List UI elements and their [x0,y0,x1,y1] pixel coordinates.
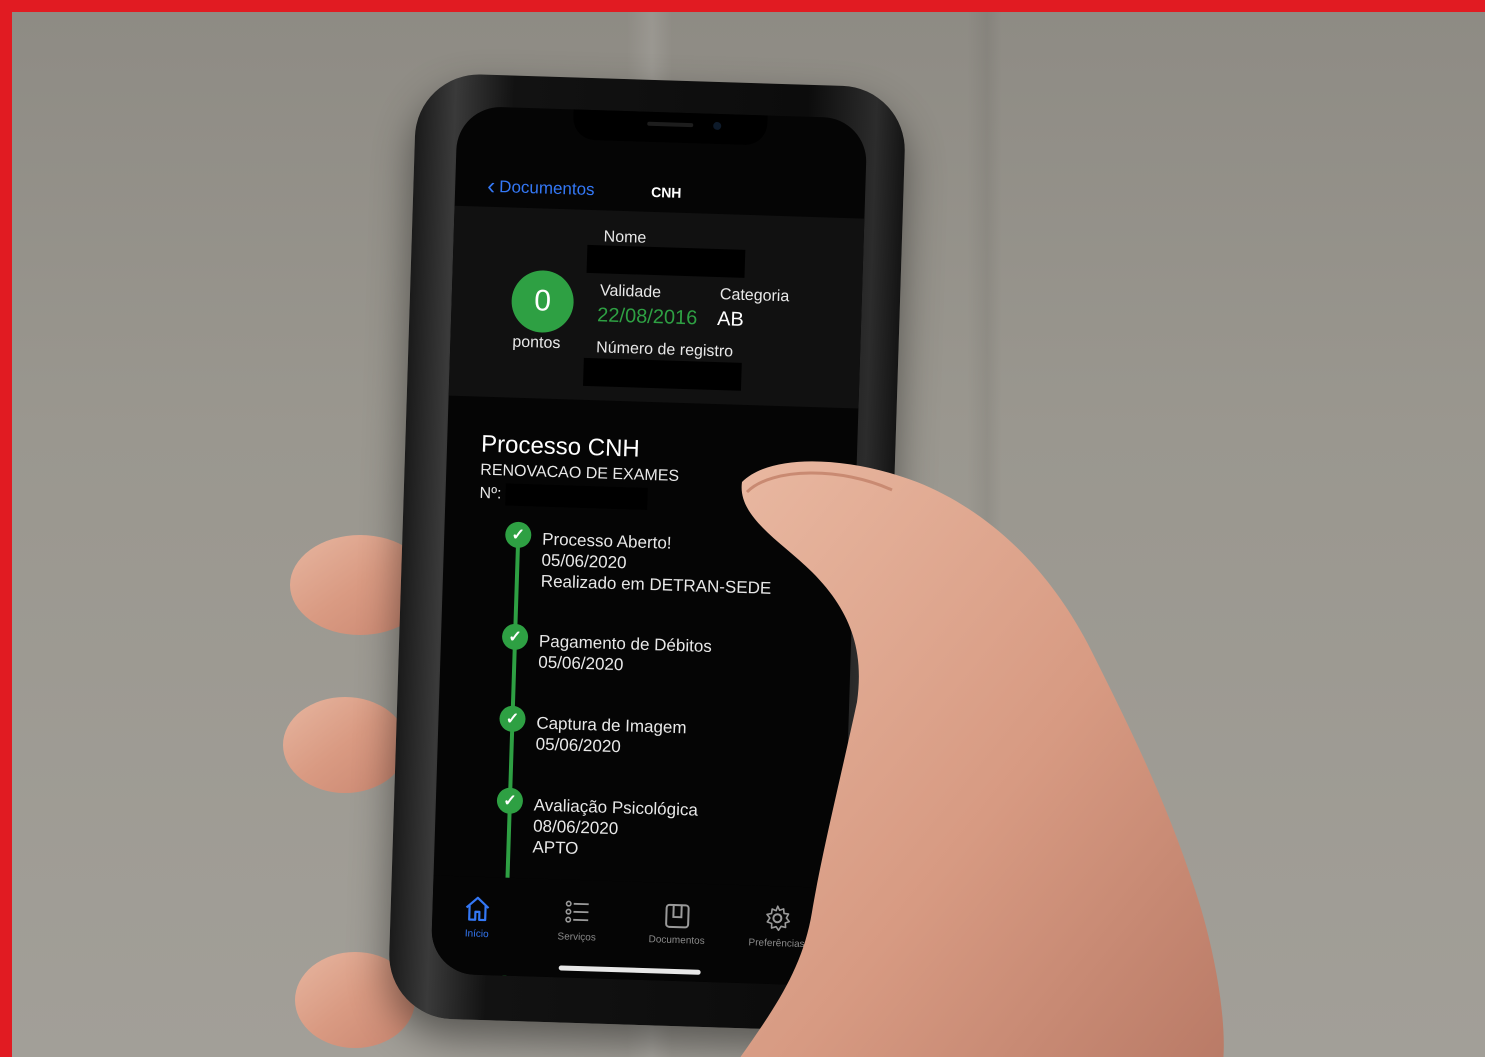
hand [740,461,1224,1057]
photo-frame: ‹ Documentos CNH 0 pontos Nome Validade … [0,0,1485,1057]
